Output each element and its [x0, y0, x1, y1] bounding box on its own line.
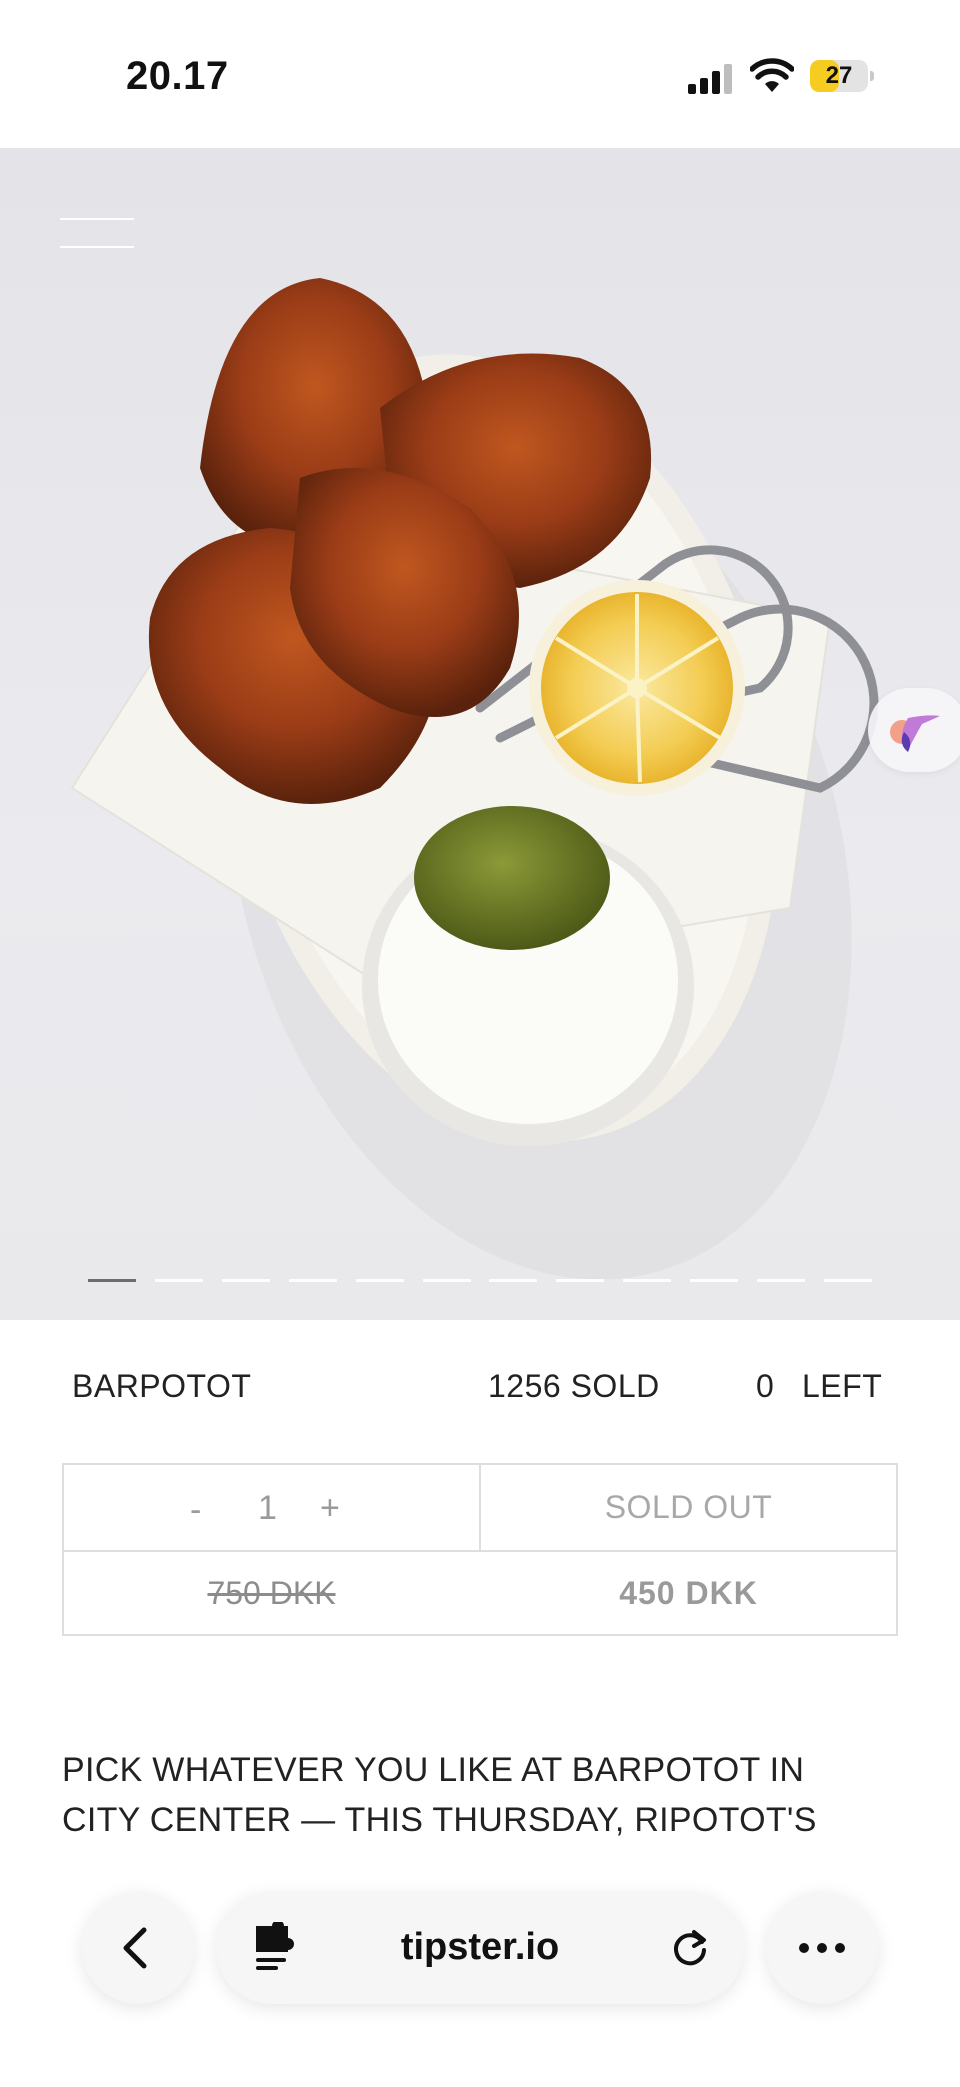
quantity-decrease-button[interactable]: -	[190, 1491, 201, 1530]
carousel-indicator[interactable]	[88, 1279, 872, 1283]
food-photo	[70, 278, 879, 1280]
battery-level: 27	[825, 62, 853, 89]
more-button[interactable]	[766, 1892, 878, 2004]
url-text[interactable]: tipster.io	[216, 1926, 744, 1969]
hummingbird-logo-icon[interactable]	[868, 688, 960, 772]
carousel-dot[interactable]	[690, 1279, 739, 1282]
carousel-dot[interactable]	[221, 1279, 270, 1282]
carousel-dot[interactable]	[288, 1279, 337, 1282]
back-chevron-icon	[123, 1927, 147, 1969]
quantity-increase-button[interactable]: +	[320, 1489, 340, 1528]
carousel-dot[interactable]	[355, 1279, 404, 1282]
description-line: PICK WHATEVER YOU LIKE AT BARPOTOT IN	[62, 1751, 805, 1789]
deal-price: 450 DKK	[619, 1575, 758, 1611]
hero-image[interactable]	[0, 148, 960, 1320]
carousel-dot[interactable]	[823, 1279, 872, 1282]
carousel-dot[interactable]	[556, 1279, 605, 1282]
original-price: 750 DKK	[207, 1575, 336, 1611]
deal-info-row: BARPOTOT 1256 SOLD 0 LEFT	[0, 1368, 960, 1408]
status-time: 20.17	[126, 54, 229, 98]
carousel-dot[interactable]	[489, 1279, 538, 1282]
reload-icon[interactable]	[668, 1926, 712, 1970]
carousel-dot[interactable]	[88, 1279, 136, 1282]
more-icon	[799, 1943, 845, 1953]
venue-name: BARPOTOT	[72, 1368, 252, 1404]
back-button[interactable]	[82, 1892, 194, 2004]
left-count: 0	[756, 1368, 775, 1404]
purchase-box: - 1 + SOLD OUT 750 DKK 450 DKK	[62, 1463, 898, 1636]
carousel-dot[interactable]	[623, 1279, 672, 1282]
status-bar: 20.17 27	[0, 0, 960, 148]
quantity-value: 1	[258, 1489, 277, 1527]
left-label: LEFT	[802, 1368, 883, 1404]
carousel-dot[interactable]	[154, 1279, 203, 1282]
menu-icon[interactable]	[60, 218, 134, 248]
cellular-signal-icon	[688, 64, 732, 94]
wifi-icon	[750, 58, 794, 92]
address-bar[interactable]: tipster.io	[216, 1892, 744, 2004]
sold-count: 1256 SOLD	[488, 1368, 660, 1404]
sold-out-button[interactable]: SOLD OUT	[481, 1489, 896, 1526]
battery-icon: 27	[810, 60, 874, 92]
carousel-dot[interactable]	[757, 1279, 806, 1282]
carousel-dot[interactable]	[422, 1279, 471, 1282]
